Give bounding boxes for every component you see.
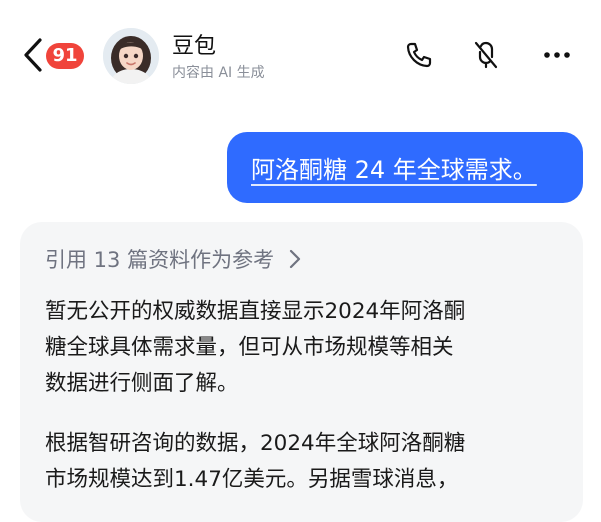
chat-header: 91 豆包 内容由 AI 生成 xyxy=(0,0,601,110)
ai-disclaimer: 内容由 AI 生成 xyxy=(172,65,265,81)
user-message-bubble[interactable]: 阿洛酮糖 24 年全球需求。 xyxy=(227,132,583,203)
mute-icon xyxy=(474,41,498,69)
contact-name: 豆包 xyxy=(172,34,217,59)
reply-paragraph: 根据智研咨询的数据，2024年全球阿洛酮糖 市场规模达到1.47亿美元。另据雪球… xyxy=(45,426,565,498)
reply-line: 糖全球具体需求量，但可从市场规模等相关 xyxy=(45,335,454,360)
reply-line: 暂无公开的权威数据直接显示2024年阿洛酮 xyxy=(45,299,466,324)
reply-paragraph: 暂无公开的权威数据直接显示2024年阿洛酮 糖全球具体需求量，但可从市场规模等相… xyxy=(45,294,565,402)
reply-line: 数据进行侧面了解。 xyxy=(45,371,239,396)
back-chevron-icon xyxy=(24,38,42,72)
references-label: 引用 13 篇资料作为参考 xyxy=(45,248,275,272)
avatar[interactable] xyxy=(103,28,159,84)
call-button[interactable] xyxy=(402,38,436,72)
avatar-image xyxy=(103,28,159,84)
chevron-right-icon xyxy=(289,249,301,269)
phone-icon xyxy=(406,42,432,68)
user-message-text: 阿洛酮糖 24 年全球需求。 xyxy=(251,156,537,184)
references-link[interactable]: 引用 13 篇资料作为参考 xyxy=(45,242,302,276)
reply-line: 市场规模达到1.47亿美元。另据雪球消息， xyxy=(45,467,459,492)
more-button[interactable] xyxy=(540,38,574,72)
assistant-reply-card: 引用 13 篇资料作为参考 暂无公开的权威数据直接显示2024年阿洛酮 糖全球具… xyxy=(20,222,583,522)
reply-line: 根据智研咨询的数据，2024年全球阿洛酮糖 xyxy=(45,431,466,456)
more-icon xyxy=(544,52,570,58)
unread-badge: 91 xyxy=(46,43,84,69)
mute-button[interactable] xyxy=(469,38,503,72)
